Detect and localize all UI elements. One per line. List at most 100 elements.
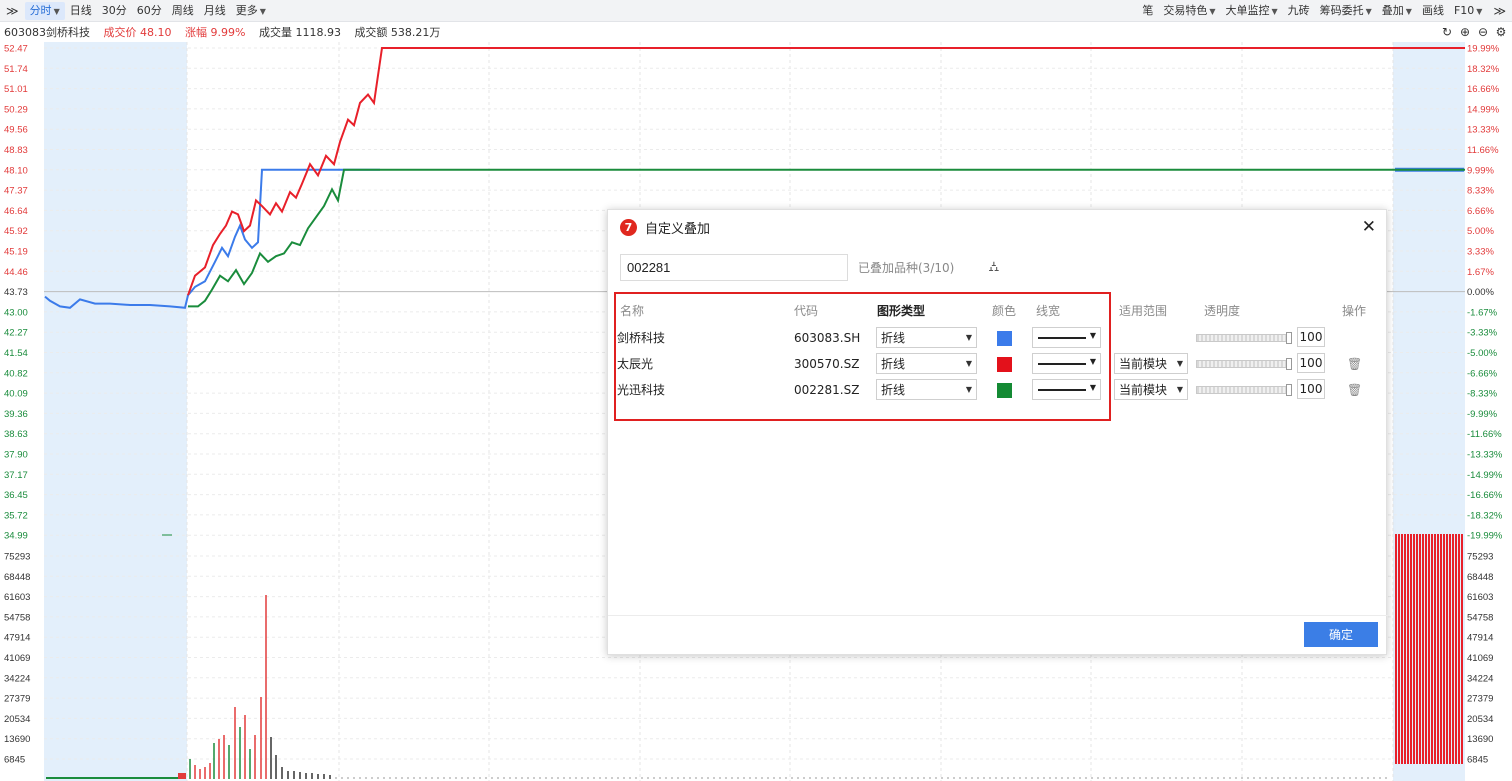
chart-type-value: 折线	[881, 383, 906, 397]
draw-line-button[interactable]: 画线	[1417, 2, 1449, 20]
opacity-input[interactable]: 100	[1297, 353, 1325, 373]
tab-weekly[interactable]: 周线	[167, 2, 199, 20]
pct-tick-label: 18.32%	[1467, 64, 1500, 75]
tab-daily[interactable]: 日线	[65, 2, 97, 20]
stock-search-input[interactable]	[620, 254, 848, 281]
volume-tick-label: 54758	[4, 612, 30, 623]
caret-down-icon: ▼	[1176, 359, 1183, 368]
confirm-button[interactable]: 确定	[1304, 622, 1378, 647]
dialog-header: 7 自定义叠加 ✕	[608, 210, 1386, 244]
volume-tick-label: 61603	[4, 592, 30, 603]
collapse-left-button-label: ≫	[6, 3, 19, 18]
pen-button[interactable]: 笔	[1137, 2, 1158, 20]
settings-gear-icon[interactable]: ⚙	[1494, 25, 1508, 39]
color-swatch[interactable]	[997, 383, 1012, 398]
overlay-menu-label: 叠加	[1381, 3, 1404, 17]
slider-handle[interactable]	[1286, 332, 1292, 344]
slider-handle[interactable]	[1286, 384, 1292, 396]
pct-tick-label: -3.33%	[1467, 328, 1498, 339]
tab-60min[interactable]: 60分	[132, 2, 167, 20]
price-tick-label: 47.37	[4, 186, 28, 197]
nine-bricks-button-label: 九砖	[1287, 3, 1310, 17]
tab-intraday-label: 分时	[29, 3, 52, 17]
caret-down-icon: ▼	[1209, 6, 1216, 16]
pre-market-volume	[46, 777, 186, 779]
price-tick-label: 51.01	[4, 84, 28, 95]
row-name: 剑桥科技	[617, 331, 666, 345]
pct-tick-label: 1.67%	[1467, 267, 1494, 278]
chip-order-menu[interactable]: 筹码委托 ▼	[1315, 2, 1377, 20]
line-width-select[interactable]: ▼	[1032, 353, 1101, 374]
caret-down-icon: ▼	[1365, 6, 1372, 16]
pct-tick-label: -5.00%	[1467, 348, 1498, 359]
scope-select[interactable]: 当前模块 ▼	[1114, 379, 1188, 400]
line-width-select[interactable]: ▼	[1032, 327, 1101, 348]
clear-broom-icon[interactable]: ⛼	[988, 259, 999, 277]
pct-tick-label: 14.99%	[1467, 104, 1500, 115]
volume-tick-label: 68448	[4, 572, 30, 583]
tab-intraday[interactable]: 分时 ▼	[24, 1, 65, 20]
price-tick-label: 37.90	[4, 450, 28, 461]
caret-down-icon: ▼	[1476, 6, 1483, 16]
collapse-left-button[interactable]: ≫	[0, 2, 25, 20]
opacity-input[interactable]: 100	[1297, 327, 1325, 347]
refresh-icon[interactable]: ↻	[1440, 25, 1454, 39]
color-swatch[interactable]	[997, 331, 1012, 346]
volume-tick-label: 41069	[4, 653, 30, 664]
trade-features-menu[interactable]: 交易特色 ▼	[1158, 2, 1220, 20]
opacity-slider[interactable]	[1196, 384, 1292, 396]
price-tick-label: 40.09	[4, 389, 28, 400]
nine-bricks-button[interactable]: 九砖	[1283, 2, 1315, 20]
price-tick-label: 43.00	[4, 307, 28, 318]
opacity-slider[interactable]	[1196, 332, 1292, 344]
overlay-menu[interactable]: 叠加 ▼	[1377, 2, 1417, 20]
line-width-select[interactable]: ▼	[1032, 379, 1101, 400]
tab-monthly[interactable]: 月线	[199, 2, 231, 20]
tab-60min-label: 60分	[136, 3, 162, 17]
header-color: 颜色	[992, 304, 1017, 318]
more-menu[interactable]: 更多 ▼	[231, 2, 271, 20]
volume-tick-label: 34224	[1467, 673, 1493, 684]
chart-type-select[interactable]: 折线 ▼	[876, 379, 977, 400]
header-type: 图形类型	[877, 304, 926, 318]
f10-menu[interactable]: F10 ▼	[1449, 2, 1487, 20]
pct-tick-label: -8.33%	[1467, 389, 1498, 400]
pct-tick-label: -18.32%	[1467, 510, 1503, 521]
opacity-input[interactable]: 100	[1297, 379, 1325, 399]
volume-tick-label: 47914	[4, 633, 30, 644]
dialog-title: 自定义叠加	[645, 221, 711, 237]
pct-tick-label: 8.33%	[1467, 186, 1494, 197]
pct-tick-label: 5.00%	[1467, 226, 1494, 237]
price-tick-label: 39.36	[4, 409, 28, 420]
chart-type-select[interactable]: 折线 ▼	[876, 327, 977, 348]
price-tick-label: 43.73	[4, 287, 28, 298]
row-name: 太辰光	[617, 357, 654, 371]
trade-features-menu-label: 交易特色	[1163, 3, 1208, 17]
big-order-menu[interactable]: 大单监控 ▼	[1220, 2, 1282, 20]
color-swatch[interactable]	[997, 357, 1012, 372]
row-code: 300570.SZ	[794, 357, 860, 371]
big-order-menu-label: 大单监控	[1225, 3, 1270, 17]
volume-tick-label: 13690	[1467, 734, 1493, 745]
slider-handle[interactable]	[1286, 358, 1292, 370]
close-icon[interactable]: ✕	[1362, 217, 1376, 237]
delete-trash-icon[interactable]: 🗑	[1347, 379, 1362, 401]
chip-order-menu-label: 筹码委托	[1319, 3, 1364, 17]
volume-tick-label: 20534	[1467, 714, 1493, 725]
tab-weekly-label: 周线	[171, 3, 194, 17]
scope-select[interactable]: 当前模块 ▼	[1114, 353, 1188, 374]
toolbar-left: ≫ 分时 ▼ 日线 30分 60分 周线 月线 更多 ▼	[0, 0, 271, 22]
opacity-slider[interactable]	[1196, 358, 1292, 370]
collapse-right-button[interactable]: ≫	[1487, 2, 1512, 20]
tab-30min[interactable]: 30分	[97, 2, 132, 20]
volume-tick-label: 20534	[4, 714, 30, 725]
pct-tick-label: 13.33%	[1467, 125, 1500, 136]
zoom-out-icon[interactable]: ⊖	[1476, 25, 1490, 39]
delete-trash-icon[interactable]: 🗑	[1347, 353, 1362, 375]
volume-label: 成交量 1118.93	[258, 26, 341, 39]
zoom-in-icon[interactable]: ⊕	[1458, 25, 1472, 39]
change-label: 涨幅 9.99%	[185, 26, 246, 39]
chart-type-select[interactable]: 折线 ▼	[876, 353, 977, 374]
price-tick-label: 48.83	[4, 145, 28, 156]
overlay-count: 已叠加品种(3/10)	[858, 261, 955, 275]
